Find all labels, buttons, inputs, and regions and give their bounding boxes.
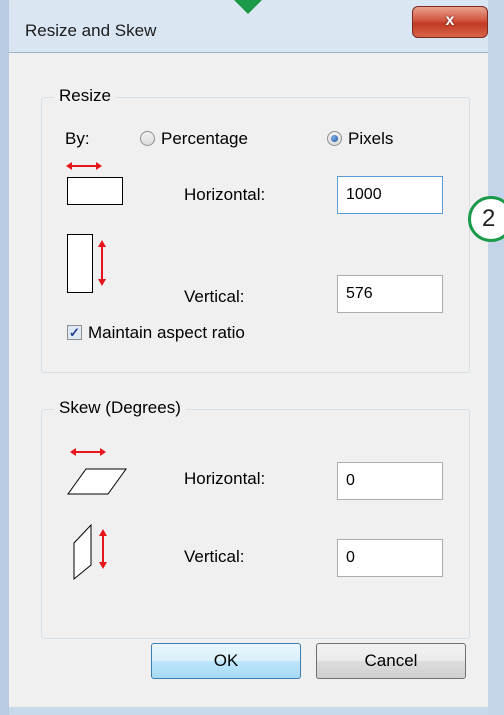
resize-vertical-label: Vertical: [184,287,245,306]
percentage-radio[interactable] [140,131,155,146]
horizontal-skew-icon [67,448,127,495]
skew-horizontal-label: Horizontal: [184,469,266,488]
cancel-button[interactable]: Cancel [316,643,466,679]
window-right-border [488,0,504,715]
vertical-resize-icon [67,234,106,293]
ok-button[interactable]: OK [151,643,301,679]
close-icon: x [445,12,455,29]
window-title: Resize and Skew [25,21,157,40]
skew-vertical-label: Vertical: [184,547,245,566]
step-number: 2 [482,205,496,232]
skew-group-legend: Skew (Degrees) [54,398,186,418]
resize-horizontal-input[interactable]: 1000 [337,176,443,214]
window-left-border [0,0,9,715]
maintain-aspect-checkbox[interactable]: ✓ [67,325,82,340]
dialog-client-area: Resize By: Percentage Pixels Horizontal:… [9,52,488,707]
resize-group-legend: Resize [54,86,116,106]
pixels-radio[interactable] [327,131,342,146]
resize-vertical-input[interactable]: 576 [337,275,443,313]
pixels-label[interactable]: Pixels [348,129,393,149]
by-label: By: [65,129,90,148]
skew-vertical-input[interactable]: 0 [337,539,443,577]
close-button[interactable]: x [412,6,488,38]
horizontal-resize-icon [66,162,123,205]
maintain-aspect-label[interactable]: Maintain aspect ratio [88,323,245,343]
skew-horizontal-input[interactable]: 0 [337,462,443,500]
vertical-skew-icon [73,523,107,581]
arrow-marker-icon [234,0,262,14]
resize-horizontal-label: Horizontal: [184,185,266,204]
percentage-label[interactable]: Percentage [161,129,248,149]
dialog-window: Resize and Skew x Resize By: Percentage … [0,0,504,715]
